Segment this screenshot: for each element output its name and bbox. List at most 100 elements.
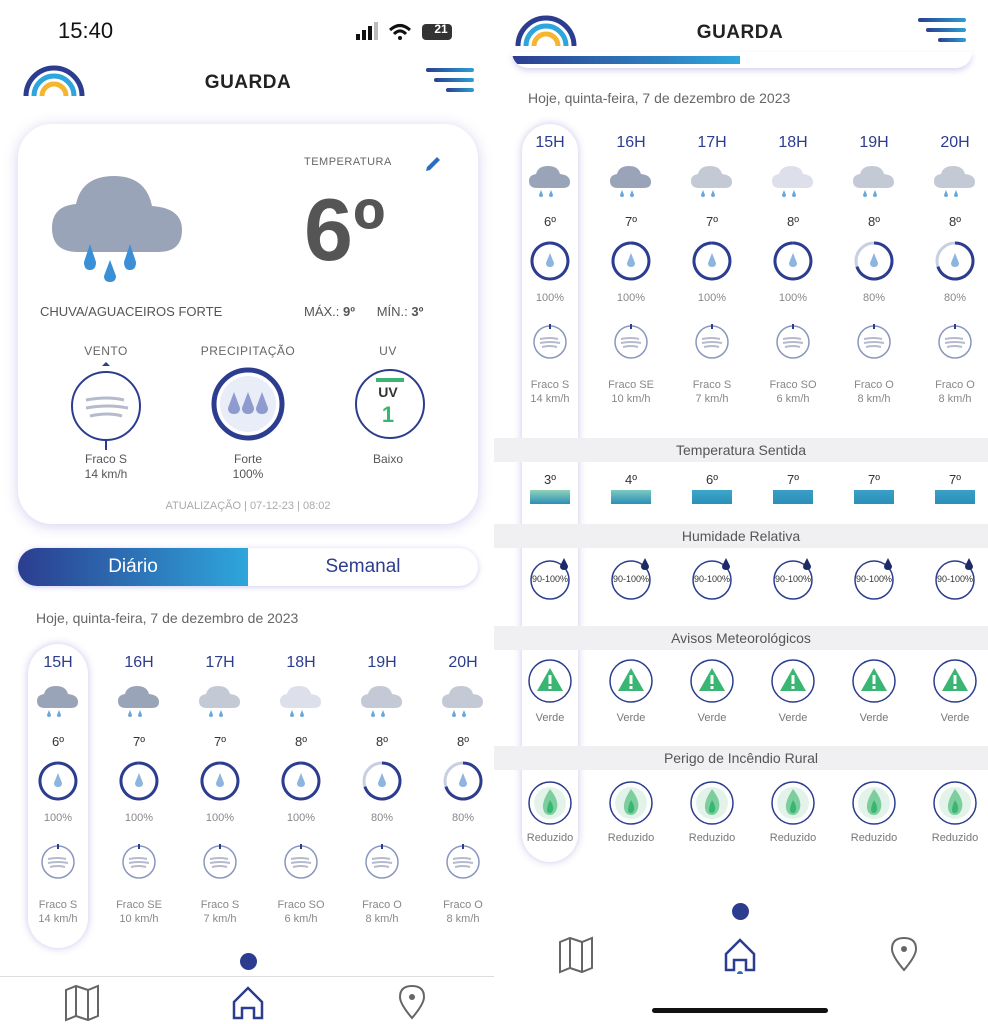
menu-button[interactable] [918,18,966,46]
hour-temperature: 8º [949,214,961,229]
warnings-section-header: Avisos Meteorológicos [494,626,988,650]
fire-risk-level: Reduzido [931,832,979,844]
collapsed-tab-bar[interactable] [512,52,972,68]
hour-wind: Fraco SE 10 km/h [591,378,671,406]
fire-row: Reduzido Reduzido Reduzido Reduzido Redu… [510,778,988,852]
hour-wind: Fraco S 7 km/h [180,898,260,926]
hour-wind-speed: 7 km/h [203,913,237,925]
hour-temperature: 8º [787,214,799,229]
wind-direction-icon [41,844,75,879]
hour-column[interactable]: 18H 8º 100% Fraco SO 6 km/h [261,650,341,940]
feels-color-bar [854,490,894,504]
fire-risk-level: Reduzido [850,832,898,844]
rain-cloud-icon [37,686,78,717]
precip-percent: 100% [232,467,264,481]
humidity-value: 90-100% [531,574,569,584]
hour-precipitation: 100% [535,292,565,304]
humidity-value: 90-100% [693,574,731,584]
hour-column[interactable]: 15H 6º 100% Fraco S 14 km/h [18,650,98,940]
warning-level: Verde [940,712,970,724]
condition-text: CHUVA/AGUACEIROS FORTE [40,304,223,319]
precip-value: Forte 100% [200,452,296,482]
hour-temperature: 8º [457,734,469,749]
feels-color-bar [935,490,975,504]
map-icon[interactable] [62,982,102,1022]
app-title: GUARDA [696,22,784,43]
precipitation-gauge-icon [362,761,402,801]
wind-direction-icon [365,844,399,879]
hour-wind-speed: 10 km/h [119,913,159,925]
hour-column[interactable]: 18H 8º 100% Fraco SO 6 km/h [753,130,833,430]
hour-column[interactable]: 19H 8º 80% Fraco O 8 km/h [342,650,422,940]
right-screen: GUARDA Hoje, quinta-feira, 7 de dezembro… [494,0,988,1024]
hour-wind-speed: 6 km/h [776,393,810,405]
hour-column[interactable]: 15H 6º 100% Fraco S 14 km/h [510,130,590,430]
home-icon[interactable] [228,982,268,1022]
humidity-row: 90-100% 90-100% 90-100% 90-100% 90-100% … [510,556,988,612]
hour-wind-speed: 8 km/h [365,913,399,925]
hour-column[interactable]: 16H 7º 100% Fraco SE 10 km/h [99,650,179,940]
location-icon[interactable] [392,982,432,1022]
tab-weekly[interactable]: Semanal [248,548,478,586]
feels-value: 6º [706,472,718,487]
location-icon[interactable] [884,934,924,974]
hour-label: 16H [616,134,646,151]
hour-temperature: 6º [52,734,64,749]
min-label: MÍN.: [376,304,408,319]
hour-temperature: 6º [544,214,556,229]
uv-badge: UV [378,384,398,400]
precipitation-gauge-icon [281,761,321,801]
hour-column[interactable]: 20H 8º 80% Fraco O 8 km/h [423,650,494,940]
fire-risk-level: Reduzido [769,832,817,844]
hour-label: 18H [778,134,808,151]
rainbow-logo-icon[interactable] [514,12,578,48]
flame-icon [933,781,977,825]
hourly-list[interactable]: 15H 6º 100% Fraco S 14 km/h 16H 7º 100% … [510,130,988,430]
hour-label: 20H [940,134,970,151]
feels-value: 4º [625,472,637,487]
hour-wind-speed: 6 km/h [284,913,318,925]
humidity-value: 90-100% [855,574,893,584]
rain-cloud-icon [280,686,321,717]
hour-column[interactable]: 17H 7º 100% Fraco S 7 km/h [672,130,752,430]
rain-cloud-icon [52,176,182,282]
hour-precipitation: 80% [370,812,394,824]
hour-wind-speed: 10 km/h [611,393,651,405]
hour-column[interactable]: 16H 7º 100% Fraco SE 10 km/h [591,130,671,430]
precipitation-gauge-icon [200,761,240,801]
feels-color-bar [773,490,813,504]
tab-daily[interactable]: Diário [18,548,248,586]
rain-cloud-icon [361,686,402,717]
feels-color-bar [692,490,732,504]
hour-column[interactable]: 19H 8º 80% Fraco O 8 km/h [834,130,914,430]
humidity-item: 90-100% [852,556,896,600]
date-line: Hoje, quinta-feira, 7 de dezembro de 202… [528,90,791,106]
map-icon[interactable] [556,934,596,974]
hour-column[interactable]: 17H 7º 100% Fraco S 7 km/h [180,650,260,940]
wind-direction-icon [938,324,972,359]
humidity-item: 90-100% [609,556,653,600]
hour-label: 18H [286,654,316,671]
date-line: Hoje, quinta-feira, 7 de dezembro de 202… [36,610,299,626]
hourly-list[interactable]: 15H 6º 100% Fraco S 14 km/h 16H 7º 100% … [18,650,494,940]
wind-direction-icon [695,324,729,359]
hour-temperature: 7º [214,734,226,749]
humidity-value: 90-100% [936,574,974,584]
rain-cloud-icon [934,166,975,197]
hour-wind: Fraco O 8 km/h [342,898,422,926]
home-icon[interactable] [720,934,760,974]
feels-row: 3º 4º 6º 7º 7º 7º [510,468,988,518]
edit-pencil-icon[interactable] [424,152,444,172]
feels-color-bar [611,490,651,504]
hour-wind-desc: Fraco SE [116,899,162,911]
rain-cloud-icon [610,166,651,197]
hour-label: 17H [205,654,235,671]
menu-button[interactable] [426,68,474,96]
hour-precipitation: 100% [286,812,316,824]
page-indicator [732,903,749,920]
wind-direction-icon [284,844,318,879]
hour-column[interactable]: 20H 8º 80% Fraco O 8 km/h [915,130,988,430]
humidity-value: 90-100% [612,574,650,584]
rainbow-logo-icon[interactable] [22,62,86,98]
flame-icon [690,781,734,825]
